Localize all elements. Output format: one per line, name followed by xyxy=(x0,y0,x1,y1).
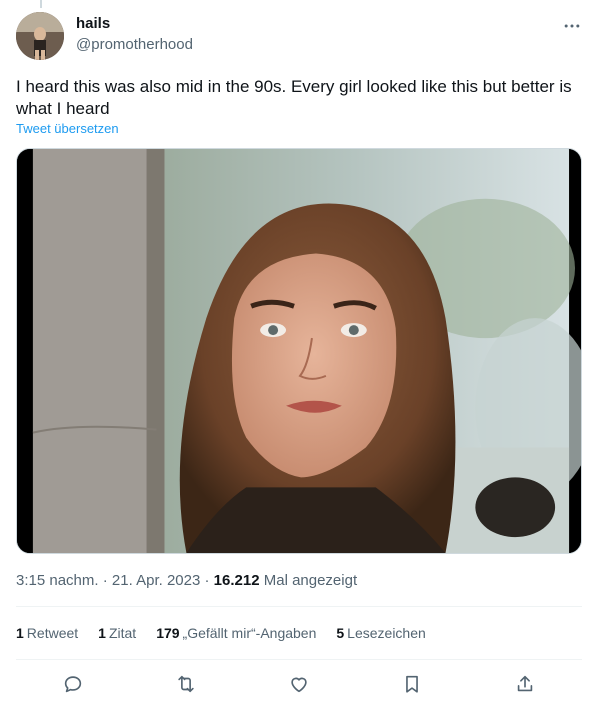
quotes-label: Zitat xyxy=(108,625,137,641)
media-photo xyxy=(17,149,581,553)
more-horizontal-icon xyxy=(564,24,580,28)
engagement-stats: 1 Retweet 1 Zitat 179 „Gefällt mir“-Angaben… xyxy=(16,625,426,641)
retweets-count: 1 xyxy=(16,625,24,641)
avatar-image xyxy=(16,12,64,60)
bookmarks-label: Lesezeichen xyxy=(347,625,426,641)
thread-connector-line xyxy=(40,0,42,8)
bookmarks-count: 5 xyxy=(336,625,345,641)
retweet-button[interactable] xyxy=(169,667,203,701)
avatar[interactable] xyxy=(16,12,64,60)
translate-tweet-link[interactable]: Tweet übersetzen xyxy=(16,121,119,136)
like-icon xyxy=(291,677,307,693)
tweet-time[interactable]: 3:15 nachm. xyxy=(16,572,99,589)
likes-stat[interactable]: 179 „Gefällt mir“-Angaben xyxy=(156,625,316,641)
retweets-stat[interactable]: 1 Retweet xyxy=(16,625,78,641)
tweet-date[interactable]: 21. Apr. 2023 xyxy=(112,572,200,589)
author-name[interactable]: hails xyxy=(76,15,110,32)
divider xyxy=(16,606,582,607)
like-button[interactable] xyxy=(282,667,316,701)
divider xyxy=(16,659,582,660)
share-icon xyxy=(518,675,533,692)
quotes-stat[interactable]: 1 Zitat xyxy=(98,625,136,641)
quotes-count: 1 xyxy=(98,625,106,641)
more-options-button[interactable] xyxy=(560,14,584,38)
retweet-icon xyxy=(178,675,194,693)
author-handle[interactable]: @promotherhood xyxy=(76,36,193,53)
view-count: 16.212 xyxy=(213,572,260,589)
share-button[interactable] xyxy=(508,667,542,701)
meta-separator: · xyxy=(200,572,214,589)
reply-icon xyxy=(64,676,81,693)
meta-separator: · xyxy=(98,572,112,589)
bookmark-button[interactable] xyxy=(395,667,429,701)
bookmarks-stat[interactable]: 5 Lesezeichen xyxy=(336,625,425,641)
view-count-label: Mal angezeigt xyxy=(259,572,358,589)
likes-label: „Gefällt mir“-Angaben xyxy=(182,625,317,641)
retweets-label: Retweet xyxy=(26,625,79,641)
likes-count: 179 xyxy=(156,625,180,641)
tweet-metadata: 3:15 nachm. · 21. Apr. 2023 · 16.212 Mal… xyxy=(16,572,357,589)
tweet-text: I heard this was also mid in the 90s. Ev… xyxy=(16,77,572,118)
tweet-actions-bar xyxy=(16,668,582,700)
tweet-media-image[interactable] xyxy=(16,148,582,554)
reply-button[interactable] xyxy=(56,667,90,701)
bookmark-icon xyxy=(406,675,419,693)
